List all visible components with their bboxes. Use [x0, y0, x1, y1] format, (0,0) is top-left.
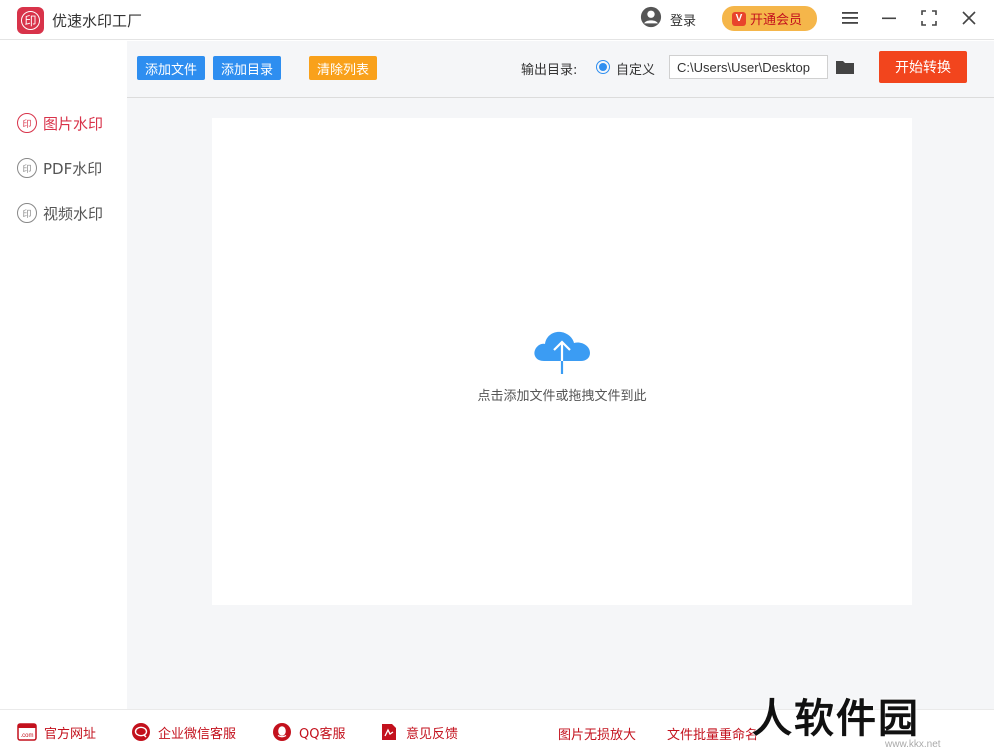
website-icon-text: .com — [20, 733, 33, 739]
custom-radio[interactable] — [596, 60, 610, 74]
radio-dot — [599, 63, 607, 71]
title-bar: 印 优速水印工厂 登录 V 开通会员 — [0, 0, 994, 40]
file-drop-zone[interactable]: 点击添加文件或拖拽文件到此 — [212, 118, 912, 605]
clear-list-button[interactable]: 清除列表 — [309, 56, 378, 80]
custom-radio-label[interactable]: 自定义 — [616, 59, 655, 78]
toolbar: 添加文件 添加目录 清除列表 输出目录: 自定义 开始转换 — [127, 41, 994, 98]
close-button[interactable] — [957, 8, 981, 28]
vip-icon: V — [732, 11, 746, 26]
image-upscale-link[interactable]: 图片无损放大 — [558, 724, 636, 743]
wechat-work-label: 企业微信客服 — [158, 726, 237, 742]
wechat-work-icon — [132, 723, 150, 741]
login-link[interactable]: 登录 — [670, 10, 696, 29]
website-icon: .com — [17, 723, 37, 741]
app-logo: 印 — [17, 7, 44, 34]
close-icon — [962, 11, 976, 25]
menu-icon — [842, 12, 858, 24]
main-area: 点击添加文件或拖拽文件到此 — [127, 98, 994, 709]
feedback-link[interactable]: 意见反馈 — [379, 722, 458, 742]
add-directory-button[interactable]: 添加目录 — [213, 56, 282, 80]
vip-label: 开通会员 — [750, 13, 803, 28]
minimize-icon — [882, 17, 896, 20]
drop-hint: 点击添加文件或拖拽文件到此 — [477, 389, 647, 404]
output-path-input[interactable] — [669, 55, 828, 79]
seal-icon: 印 — [17, 203, 37, 223]
site-watermark-url: www.kkx.net — [885, 739, 941, 750]
start-convert-button[interactable]: 开始转换 — [879, 51, 967, 83]
maximize-icon — [921, 10, 937, 26]
sidebar-item-label: 视频水印 — [43, 204, 104, 223]
sidebar: 印 图片水印 印 PDF水印 印 视频水印 — [0, 41, 127, 709]
sidebar-item-label: PDF水印 — [43, 159, 103, 178]
website-label: 官方网址 — [44, 726, 97, 742]
website-link[interactable]: .com 官方网址 — [17, 722, 96, 742]
vip-button[interactable]: V 开通会员 — [722, 6, 817, 31]
site-watermark: 人软件园 — [752, 696, 920, 742]
cloud-upload-icon — [534, 331, 590, 374]
sidebar-item-image-watermark[interactable]: 印 图片水印 — [17, 111, 103, 135]
batch-rename-link[interactable]: 文件批量重命名 — [667, 724, 758, 743]
output-dir-label: 输出目录: — [521, 63, 578, 78]
qq-icon — [273, 723, 291, 741]
wechat-work-link[interactable]: 企业微信客服 — [131, 722, 236, 742]
feedback-label: 意见反馈 — [406, 726, 459, 742]
maximize-button[interactable] — [917, 8, 941, 28]
app-logo-text: 印 — [21, 11, 40, 30]
qq-link[interactable]: QQ客服 — [272, 722, 345, 742]
minimize-button[interactable] — [877, 8, 901, 28]
menu-button[interactable] — [838, 8, 862, 28]
sidebar-item-video-watermark[interactable]: 印 视频水印 — [17, 201, 103, 225]
seal-icon: 印 — [17, 158, 37, 178]
sidebar-item-label: 图片水印 — [43, 114, 104, 133]
qq-label: QQ客服 — [299, 726, 346, 742]
app-title: 优速水印工厂 — [52, 12, 143, 30]
user-icon[interactable] — [640, 6, 662, 28]
add-file-button[interactable]: 添加文件 — [137, 56, 206, 80]
feedback-icon — [382, 724, 396, 740]
sidebar-item-pdf-watermark[interactable]: 印 PDF水印 — [17, 156, 102, 180]
seal-icon: 印 — [17, 113, 37, 133]
folder-icon[interactable] — [835, 58, 855, 76]
